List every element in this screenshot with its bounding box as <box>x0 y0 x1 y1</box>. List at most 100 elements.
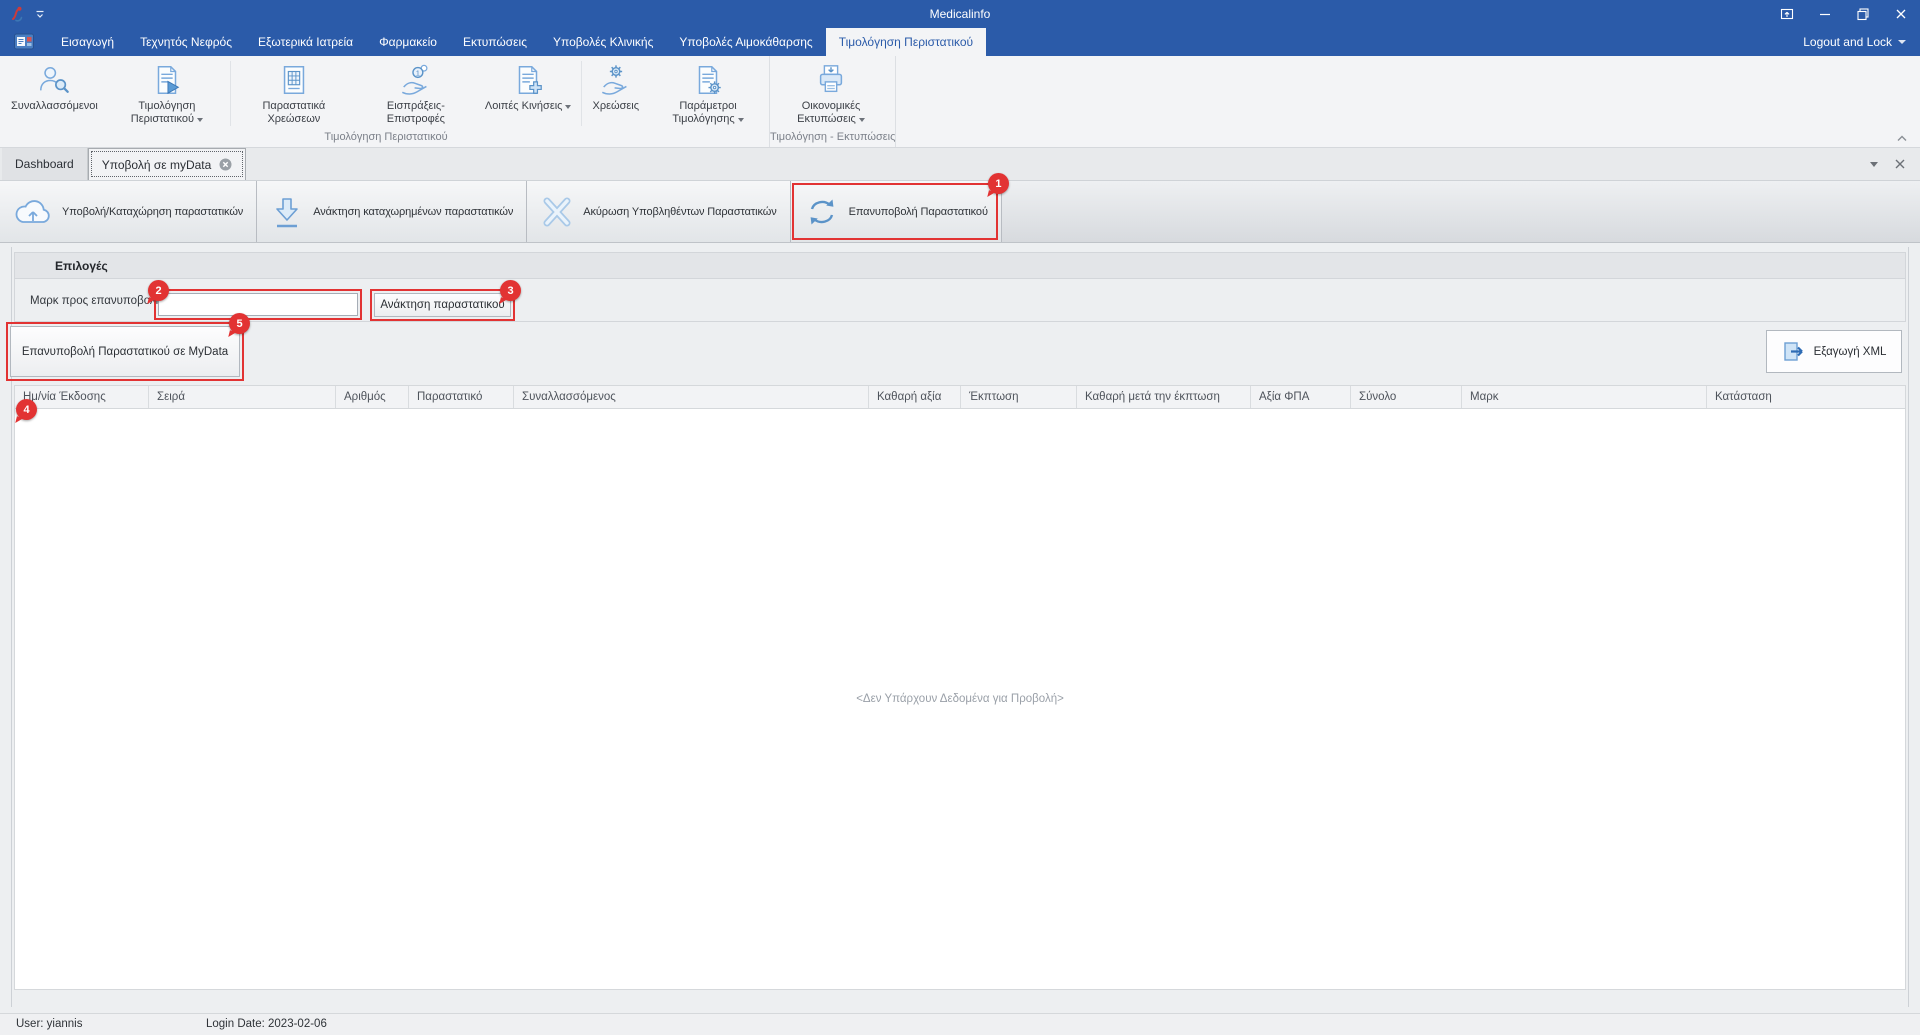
toolbar-button-ανάκτηση-καταχωρημένων-παραστατικών[interactable]: Ανάκτηση καταχωρημένων παραστατικών <box>257 181 527 242</box>
svg-text:1: 1 <box>416 68 420 77</box>
people-search-icon <box>37 60 71 100</box>
annotation-badge-3: 3 <box>500 280 521 301</box>
ribbon-group-caption: Τιμολόγηση - Εκτυπώσεις <box>770 129 895 147</box>
column-header-έκπτωση[interactable]: Έκπτωση <box>961 386 1077 408</box>
ribbon-collapse-icon[interactable] <box>1894 131 1910 143</box>
charges-doc-icon <box>277 60 311 100</box>
export-xml-button[interactable]: Εξαγωγή XML <box>1766 330 1902 373</box>
menu-tab-υποβολές-κλινικής[interactable]: Υποβολές Κλινικής <box>540 28 666 56</box>
title-bar: Medicalinfo <box>0 0 1920 28</box>
hand-coin-icon: 1 <box>399 60 433 100</box>
column-header-καθαρή-αξία[interactable]: Καθαρή αξία <box>869 386 961 408</box>
toolbar-button-επανυποβολή-παραστατικού[interactable]: Επανυποβολή Παραστατικού1 <box>791 181 1002 242</box>
ribbon-item-separator <box>230 61 231 126</box>
invoice-doc-icon <box>150 60 184 100</box>
ribbon-button-label: Χρεώσεις <box>592 100 639 113</box>
ribbon-button-εισπράξεις-επιστροφές[interactable]: 1 Εισπράξεις-Επιστροφές <box>355 58 477 129</box>
document-tab-label: Υποβολή σε myData <box>102 158 212 172</box>
tab-list-dropdown-icon[interactable] <box>1870 162 1878 167</box>
doc-gear-icon <box>691 60 725 100</box>
logout-label: Logout and Lock <box>1803 35 1892 49</box>
document-tab-υποβολή-σε-mydata[interactable]: Υποβολή σε myData <box>88 148 247 180</box>
restore-icon <box>1855 6 1871 22</box>
ribbon-item-separator <box>581 61 582 126</box>
ribbon-button-label: Λοιπές Κινήσεις <box>485 100 572 113</box>
chevron-down-icon <box>565 105 571 109</box>
retrieve-annotation: Ανάκτηση παραστατικού 3 <box>374 293 511 317</box>
ribbon-button-label: Παράμετροι Τιμολόγησης <box>655 100 761 126</box>
grid-empty-text: <Δεν Υπάρχουν Δεδομένα για Προβολή> <box>856 693 1064 705</box>
annotation-badge-5: 5 <box>229 313 250 334</box>
status-login-date: Login Date: 2023-02-06 <box>206 1018 327 1030</box>
mydata-action-toolbar: Υποβολή/Καταχώρηση παραστατικών Ανάκτηση … <box>0 181 1920 243</box>
status-bar: User: yiannis Login Date: 2023-02-06 <box>0 1013 1920 1035</box>
column-header-καθαρή-μετά-την-έκπτωση[interactable]: Καθαρή μετά την έκπτωση <box>1077 386 1251 408</box>
ribbon-button-παραστατικά-χρεώσεων[interactable]: Παραστατικά Χρεώσεων <box>233 58 355 129</box>
column-header-σειρά[interactable]: Σειρά <box>149 386 336 408</box>
close-button[interactable] <box>1882 0 1920 28</box>
ribbon-button-παράμετροι-τιμολόγησης[interactable]: Παράμετροι Τιμολόγησης <box>647 58 769 129</box>
document-tab-label: Dashboard <box>15 157 74 171</box>
document-tab-strip: Dashboard Υποβολή σε myData <box>0 148 1920 181</box>
tab-strip-close-icon[interactable] <box>1894 158 1906 170</box>
ribbon-button-λοιπές-κινήσεις[interactable]: Λοιπές Κινήσεις <box>477 58 580 129</box>
tab-close-icon[interactable] <box>219 158 232 171</box>
ribbon-button-οικονομικές-εκτυπώσεις[interactable]: Οικονομικές Εκτυπώσεις <box>770 58 892 129</box>
retrieve-document-button[interactable]: Ανάκτηση παραστατικού <box>374 293 511 317</box>
application-menu-icon <box>13 32 35 52</box>
minimize-button[interactable] <box>1806 0 1844 28</box>
download-icon <box>270 195 304 229</box>
column-header-παραστατικό[interactable]: Παραστατικό <box>409 386 514 408</box>
column-header-αξία-φπα[interactable]: Αξία ΦΠΑ <box>1251 386 1351 408</box>
ribbon-button-label: Τιμολόγηση Περιστατικού <box>114 100 220 126</box>
toolbar-button-υποβολή-καταχώρηση-παραστατικών[interactable]: Υποβολή/Καταχώρηση παραστατικών <box>0 181 257 242</box>
mark-label: Μαρκ προς επανυποβολή <box>30 295 162 307</box>
menu-tab-εκτυπώσεις[interactable]: Εκτυπώσεις <box>450 28 540 56</box>
toolbar-button-label: Υποβολή/Καταχώρηση παραστατικών <box>62 206 243 218</box>
grid-column-headers: Ημ/νία ΈκδοσηςΣειράΑριθμόςΠαραστατικόΣυν… <box>14 385 1906 409</box>
menu-tab-φαρμακείο[interactable]: Φαρμακείο <box>366 28 450 56</box>
hand-gear-icon <box>599 60 633 100</box>
mark-input[interactable] <box>158 293 358 316</box>
column-header-αριθμός[interactable]: Αριθμός <box>336 386 409 408</box>
column-header-μαρκ[interactable]: Μαρκ <box>1462 386 1707 408</box>
ribbon-group-caption: Τιμολόγηση Περιστατικού <box>3 129 769 147</box>
tab-page-content: Επιλογές Μαρκ προς επανυποβολή 2 Ανάκτησ… <box>0 243 1920 1013</box>
ribbon-group-τιμολόγηση-εκτυπώσεις: Οικονομικές Εκτυπώσεις Τιμολόγηση - Εκτυπ… <box>770 56 896 147</box>
options-caption: Επιλογές <box>15 253 1905 279</box>
column-header-συναλλασσόμενος[interactable]: Συναλλασσόμενος <box>514 386 869 408</box>
ribbon-tab-bar: ΕισαγωγήΤεχνητός ΝεφρόςΕξωτερικά Ιατρεία… <box>0 28 1920 56</box>
toolbar-button-label: Επανυποβολή Παραστατικού <box>849 206 988 218</box>
ribbon-button-χρεώσεις[interactable]: Χρεώσεις <box>584 58 647 129</box>
menu-tab-τιμολόγηση-περιστατικού[interactable]: Τιμολόγηση Περιστατικού <box>826 28 986 56</box>
document-tab-dashboard[interactable]: Dashboard <box>2 148 88 180</box>
restore-button[interactable] <box>1844 0 1882 28</box>
display-options-button[interactable] <box>1768 0 1806 28</box>
logout-and-lock-button[interactable]: Logout and Lock <box>1803 28 1920 56</box>
resubmit-to-mydata-button[interactable]: Επανυποβολή Παραστατικού σε MyData <box>10 326 240 377</box>
close-icon <box>1893 6 1909 22</box>
cloud-upload-icon <box>13 196 53 228</box>
ribbon-button-label: Οικονομικές Εκτυπώσεις <box>778 100 884 126</box>
quick-access-dropdown-icon[interactable] <box>34 8 46 20</box>
ribbon-button-τιμολόγηση-περιστατικού[interactable]: Τιμολόγηση Περιστατικού <box>106 58 228 129</box>
ribbon-button-συναλλασσόμενοι[interactable]: Συναλλασσόμενοι <box>3 58 106 129</box>
app-logo-icon <box>8 5 26 23</box>
minimize-icon <box>1817 6 1833 22</box>
ribbon: ΣυναλλασσόμενοιΤιμολόγηση ΠεριστατικούΠα… <box>0 56 1920 148</box>
menu-tab-εισαγωγή[interactable]: Εισαγωγή <box>48 28 127 56</box>
menu-tab-εξωτερικά-ιατρεία[interactable]: Εξωτερικά Ιατρεία <box>245 28 366 56</box>
column-header-κατάσταση[interactable]: Κατάσταση <box>1707 386 1905 408</box>
application-menu-button[interactable] <box>0 28 48 56</box>
toolbar-button-ακύρωση-υποβληθέντων-παραστατικών[interactable]: Ακύρωση Υποβληθέντων Παραστατικών <box>527 181 790 242</box>
menu-tab-υποβολές-αιμοκάθαρσης[interactable]: Υποβολές Αιμοκάθαρσης <box>666 28 825 56</box>
ribbon-button-label: Εισπράξεις-Επιστροφές <box>363 100 469 126</box>
column-header-σύνολο[interactable]: Σύνολο <box>1351 386 1462 408</box>
menu-tab-τεχνητός-νεφρός[interactable]: Τεχνητός Νεφρός <box>127 28 245 56</box>
grid-body[interactable]: <Δεν Υπάρχουν Δεδομένα για Προβολή> <box>14 409 1906 990</box>
export-xml-label: Εξαγωγή XML <box>1814 346 1887 358</box>
resubmit-annotation: Επανυποβολή Παραστατικού σε MyData 5 <box>10 326 240 377</box>
status-user: User: yiannis <box>16 1018 82 1030</box>
ribbon-button-label: Παραστατικά Χρεώσεων <box>241 100 347 126</box>
toolbar-button-label: Ανάκτηση καταχωρημένων παραστατικών <box>313 206 513 218</box>
